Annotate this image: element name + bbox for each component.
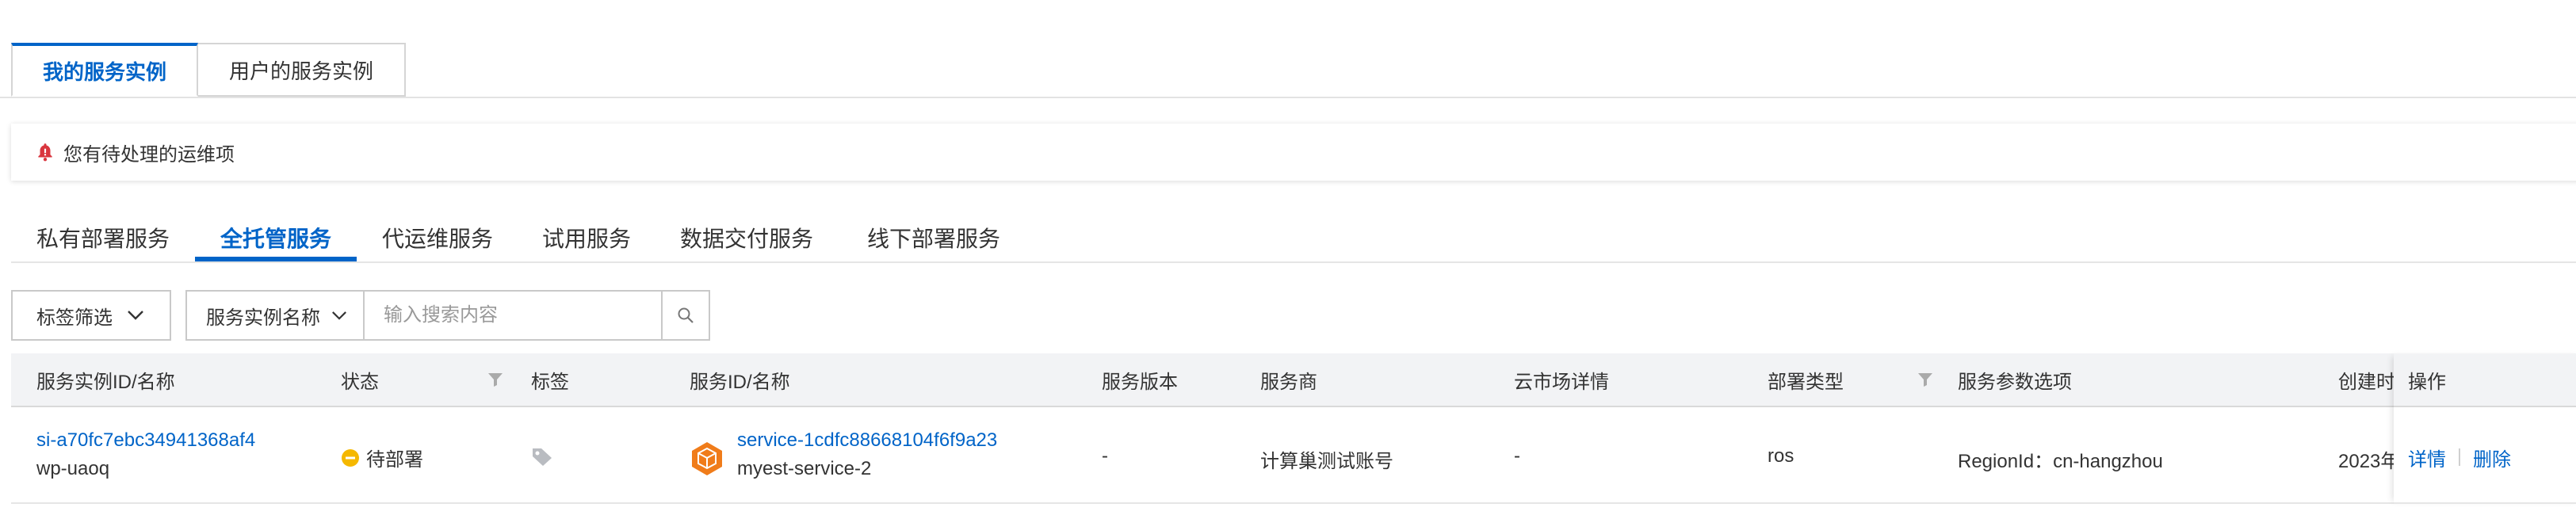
tag-filter-label: 标签筛选 xyxy=(36,307,113,329)
chevron-down-icon xyxy=(331,311,347,321)
bell-icon xyxy=(35,142,55,162)
status-filter-icon[interactable] xyxy=(487,371,504,388)
chevron-down-icon xyxy=(127,310,144,321)
provider-name: 计算巢测试账号 xyxy=(1260,451,1393,472)
tab-user-service-instances[interactable]: 用户的服务实例 xyxy=(198,43,406,97)
tab-private-deployment[interactable]: 私有部署服务 xyxy=(11,214,195,261)
service-version: - xyxy=(1102,445,1108,467)
status-text: 待部署 xyxy=(366,449,423,471)
notice-text: 您有待处理的运维项 xyxy=(63,143,235,166)
service-name: myest-service-2 xyxy=(737,458,872,479)
table-row: si-a70fc7ebc34941368af4 wp-uaoq 待部署 serv… xyxy=(11,412,2576,504)
tab-managed-ops[interactable]: 代运维服务 xyxy=(357,214,518,261)
tag-icon[interactable] xyxy=(531,447,553,473)
deploy-type: ros xyxy=(1768,445,1794,467)
service-type-tabs: 私有部署服务 全托管服务 代运维服务 试用服务 数据交付服务 线下部署服务 xyxy=(0,214,2576,263)
search-icon xyxy=(676,306,695,325)
col-provider: 服务商 xyxy=(1260,371,1317,393)
tab-fully-managed[interactable]: 全托管服务 xyxy=(195,214,357,261)
col-market-detail: 云市场详情 xyxy=(1514,371,1609,393)
col-instance-id: 服务实例ID/名称 xyxy=(36,371,175,393)
actions-cell: 详情 删除 xyxy=(2394,412,2576,504)
tag-filter-button[interactable]: 标签筛选 xyxy=(11,290,171,341)
deploy-type-filter-icon[interactable] xyxy=(1917,371,1934,388)
col-service-id: 服务ID/名称 xyxy=(690,371,790,393)
pending-ops-notice[interactable]: 您有待处理的运维项 xyxy=(11,124,2576,181)
instance-id-link[interactable]: si-a70fc7ebc34941368af4 xyxy=(36,429,255,452)
created-time: 2023年 xyxy=(2338,451,2400,472)
service-id-link[interactable]: service-1cdfc88668104f6f9a23 xyxy=(737,429,997,452)
instance-scope-tabs: 我的服务实例 用户的服务实例 xyxy=(11,43,406,98)
col-actions: 操作 xyxy=(2394,353,2576,407)
col-deploy-type: 部署类型 xyxy=(1768,371,1844,393)
delete-link[interactable]: 删除 xyxy=(2473,444,2511,471)
col-tags: 标签 xyxy=(531,371,569,393)
instance-name: wp-uaoq xyxy=(36,458,110,479)
market-detail: - xyxy=(1514,445,1520,467)
tab-my-service-instances[interactable]: 我的服务实例 xyxy=(11,43,198,97)
search-field-select[interactable]: 服务实例名称 xyxy=(187,292,365,339)
operations-column: 操作 详情 删除 xyxy=(2394,353,2576,504)
search-field-label: 服务实例名称 xyxy=(206,307,320,329)
status-cell: 待部署 xyxy=(341,444,423,471)
pending-status-icon xyxy=(341,448,360,467)
tab-offline-deployment[interactable]: 线下部署服务 xyxy=(839,214,1029,261)
col-params: 服务参数选项 xyxy=(1958,371,2072,393)
search-group: 服务实例名称 xyxy=(185,290,710,341)
sub-tabs-divider xyxy=(11,261,2576,263)
search-input[interactable] xyxy=(365,292,661,339)
actions-divider xyxy=(2459,448,2460,466)
service-logo-icon xyxy=(690,441,724,483)
col-status: 状态 xyxy=(341,371,379,393)
active-tab-indicator xyxy=(195,257,357,261)
tab-data-delivery[interactable]: 数据交付服务 xyxy=(655,214,839,261)
col-service-version: 服务版本 xyxy=(1102,371,1178,393)
tab-trial[interactable]: 试用服务 xyxy=(518,214,655,261)
search-button[interactable] xyxy=(661,292,709,339)
params-value: RegionId：cn-hangzhou xyxy=(1958,451,2163,472)
col-created: 创建时 xyxy=(2338,371,2395,393)
table-header: 服务实例ID/名称 状态 标签 服务ID/名称 服务版本 服务商 云市场详情 部… xyxy=(11,353,2576,407)
details-link[interactable]: 详情 xyxy=(2408,444,2446,471)
